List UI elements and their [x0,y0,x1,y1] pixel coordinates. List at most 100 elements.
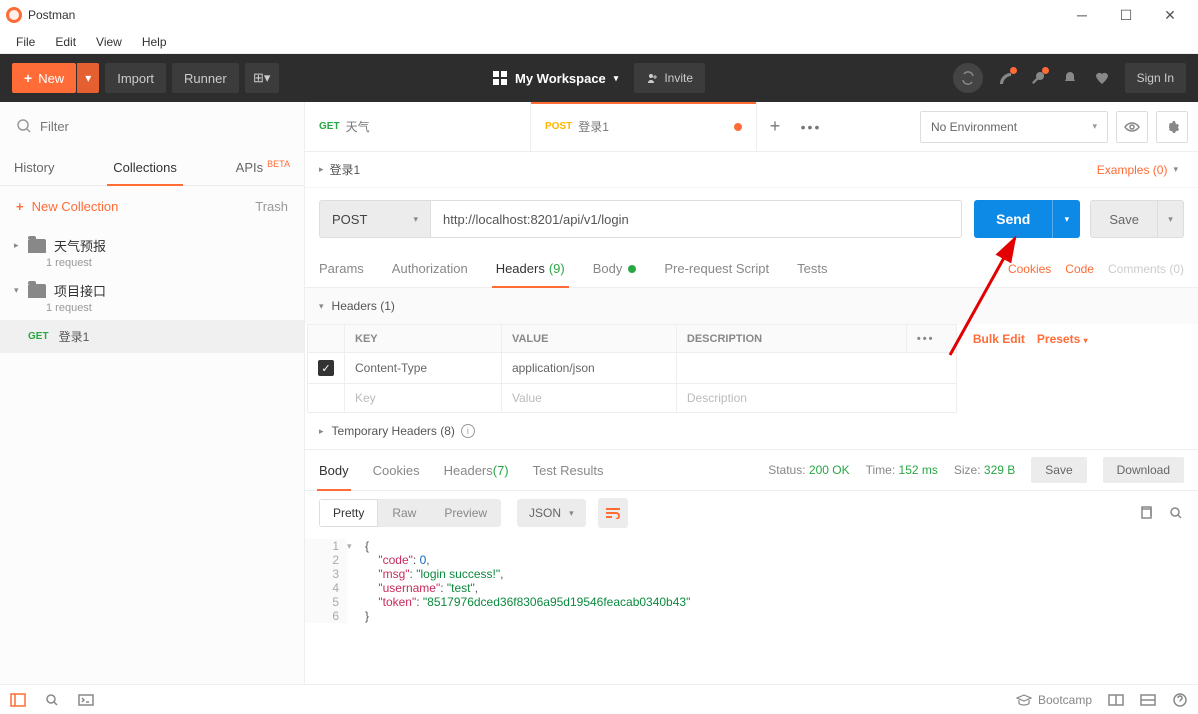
sidebar-tab-apis[interactable]: APIsBETA [222,150,304,185]
layout-icon[interactable] [1108,692,1124,708]
response-tabs: Body Cookies Headers (7) Test Results St… [305,449,1198,491]
window-minimize-button[interactable]: ─ [1060,1,1104,29]
table-row[interactable]: ✓ Content-Type application/json [308,353,1196,384]
console-icon[interactable] [78,692,94,708]
satellite-icon[interactable] [997,69,1015,87]
sidebar-tab-collections[interactable]: Collections [99,150,191,185]
method-selector[interactable]: POST▾ [319,200,431,238]
tab-headers[interactable]: Headers(9) [496,250,565,287]
plus-icon: + [24,70,32,86]
presets-link[interactable]: Presets [1037,332,1080,346]
format-selector[interactable]: JSON▾ [517,499,586,527]
settings-button[interactable] [1156,111,1188,143]
resp-tab-body[interactable]: Body [319,450,349,490]
person-add-icon [646,72,658,84]
resp-tab-tests[interactable]: Test Results [533,450,604,490]
new-button[interactable]: +New [12,63,76,93]
collection-item[interactable]: ▾项目接口 1 request [0,275,304,320]
view-pretty[interactable]: Pretty [319,499,378,527]
resp-tab-headers[interactable]: Headers (7) [444,450,509,490]
request-tab-bar: GET 天气 POST 登录1 + ••• No Environment▾ [305,102,1198,152]
request-tab[interactable]: POST 登录1 [531,102,757,151]
menu-edit[interactable]: Edit [47,33,84,51]
statusbar: Bootcamp [0,684,1198,714]
view-preview[interactable]: Preview [430,499,501,527]
caret-down-icon: ▾ [1084,336,1088,345]
request-row: POST▾ Send ▾ Save ▾ [305,188,1198,250]
copy-icon[interactable] [1138,505,1154,521]
wrap-lines-button[interactable] [598,498,628,528]
headers-section-header[interactable]: ▾Headers (1) [305,288,1198,324]
save-dropdown-button[interactable]: ▾ [1158,200,1184,238]
import-button[interactable]: Import [105,63,166,93]
url-input[interactable] [431,200,962,238]
tab-params[interactable]: Params [319,250,364,287]
filter-input[interactable] [32,119,288,134]
search-icon[interactable] [1168,505,1184,521]
sidebar-tab-history[interactable]: History [0,150,68,185]
new-dropdown-button[interactable]: ▾ [77,63,99,93]
checkbox-checked-icon[interactable]: ✓ [318,360,334,376]
table-row-new[interactable]: Key Value Description [308,384,1196,413]
bootcamp-link[interactable]: Bootcamp [1016,693,1092,707]
tab-menu-button[interactable]: ••• [793,119,829,135]
menu-file[interactable]: File [8,33,43,51]
save-response-button[interactable]: Save [1031,457,1086,483]
heart-icon[interactable] [1093,69,1111,87]
runner-button[interactable]: Runner [172,63,239,93]
trash-link[interactable]: Trash [255,199,288,214]
help-icon[interactable] [1172,692,1188,708]
collection-item[interactable]: ▸天气预报 1 request [0,230,304,275]
plus-icon: + [16,199,24,214]
request-tab[interactable]: GET 天气 [305,102,531,151]
sync-icon[interactable] [953,63,983,93]
signin-button[interactable]: Sign In [1125,63,1186,93]
response-body[interactable]: 1▾{ 2 "code": 0, 3 "msg": "login success… [305,535,1198,684]
temp-headers-header[interactable]: ▸Temporary Headers (8)i [305,413,1198,449]
info-icon[interactable]: i [461,424,475,438]
tab-tests[interactable]: Tests [797,250,827,287]
two-pane-icon[interactable] [1140,692,1156,708]
environment-selector[interactable]: No Environment▾ [920,111,1108,143]
search-icon [16,118,32,134]
request-item[interactable]: GET 登录1 [0,320,304,353]
preview-env-button[interactable] [1116,111,1148,143]
resp-tab-cookies[interactable]: Cookies [373,450,420,490]
tab-prerequest[interactable]: Pre-request Script [664,250,769,287]
send-button[interactable]: Send [974,200,1052,238]
new-collection-row: + New Collection Trash [0,186,304,226]
examples-link[interactable]: Examples (0)▾ [1097,163,1184,177]
tab-authorization[interactable]: Authorization [392,250,468,287]
request-name: 登录1 [330,161,361,178]
menu-view[interactable]: View [88,33,130,51]
cookies-link[interactable]: Cookies [1008,262,1051,276]
invite-button[interactable]: Invite [634,63,705,93]
add-tab-button[interactable]: + [757,116,793,137]
caret-down-icon: ▾ [14,285,24,296]
titlebar: Postman ─ ☐ ✕ [0,0,1198,30]
columns-menu-button[interactable]: ••• [917,333,935,345]
tab-body[interactable]: Body [593,250,637,287]
view-raw[interactable]: Raw [378,499,430,527]
status-value: 200 OK [809,463,850,477]
window-maximize-button[interactable]: ☐ [1104,1,1148,29]
new-tab-button[interactable]: ⊞▾ [245,63,279,93]
caret-down-icon: ▾ [413,214,418,225]
comments-link[interactable]: Comments (0) [1108,262,1184,276]
menu-help[interactable]: Help [134,33,175,51]
workspace-selector[interactable]: My Workspace ▾ [493,71,618,86]
code-link[interactable]: Code [1065,262,1094,276]
window-close-button[interactable]: ✕ [1148,1,1192,29]
bulk-edit-link[interactable]: Bulk Edit [973,332,1025,346]
download-button[interactable]: Download [1103,457,1184,483]
caret-down-icon: ▾ [319,301,324,312]
sidebar-toggle-icon[interactable] [10,692,26,708]
wrench-icon[interactable] [1029,69,1047,87]
new-collection-link[interactable]: New Collection [32,199,119,214]
filter-row [0,102,304,150]
save-button[interactable]: Save [1090,200,1158,238]
find-icon[interactable] [44,692,60,708]
dot-icon [628,265,636,273]
bell-icon[interactable] [1061,69,1079,87]
send-dropdown-button[interactable]: ▾ [1052,200,1080,238]
